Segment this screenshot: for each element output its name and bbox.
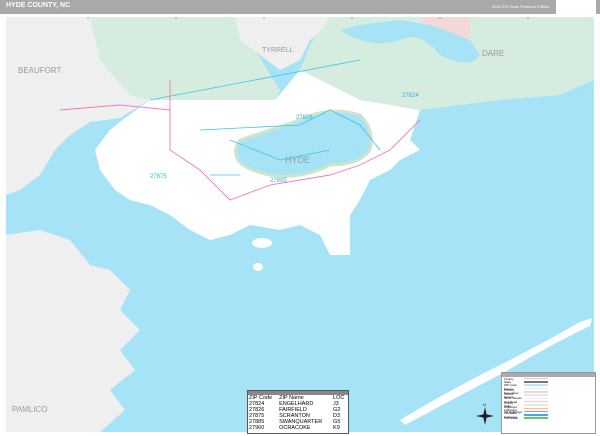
zip-label-27826: 27826 [296,115,313,121]
label-tyrrell: TYRRELL [262,47,294,54]
legend-swatch [524,381,548,383]
compass-label: N [483,402,486,407]
legend-swatch [524,394,548,396]
map-legend: County State ZIP Code Streets Primary Street… [501,372,596,434]
legend-swatch [524,397,548,400]
legend-swatch [524,404,548,406]
legend-swatch [524,410,548,413]
zip-code-table: ZIP Code ZIP Name LOC 27824 ENGELHARD J3 278… [247,390,349,434]
legend-swatch [524,391,548,393]
map-title: HYDE COUNTY, NC [6,2,71,9]
legend-swatch [524,414,548,416]
legend-swatch [524,400,548,403]
legend-swatch [524,417,548,419]
label-pamlico: PAMLICO [12,405,47,414]
legend-item: Toll Roads [502,416,595,421]
legend-swatch [524,384,548,386]
edition-label: 2020 ZIP Code Premium Edition [492,4,550,9]
zip-label-27824: 27824 [402,93,419,99]
label-beaufort: BEAUFORT [18,66,62,75]
label-dare: DARE [482,49,504,58]
market-maps-logo [556,0,596,14]
legend-swatch [524,387,548,390]
legend-swatch [524,377,548,380]
legend-swatch [524,407,548,410]
zip-label-27885: 27885 [270,178,287,184]
label-hyde: HYDE [285,155,310,165]
table-row: 27960 OCRACOKE K9 [249,425,340,431]
legend-label: Toll Roads [504,416,519,421]
title-bar: HYDE COUNTY, NC 2020 ZIP Code Premium Ed… [0,0,600,14]
zip-label-27875: 27875 [150,174,167,180]
